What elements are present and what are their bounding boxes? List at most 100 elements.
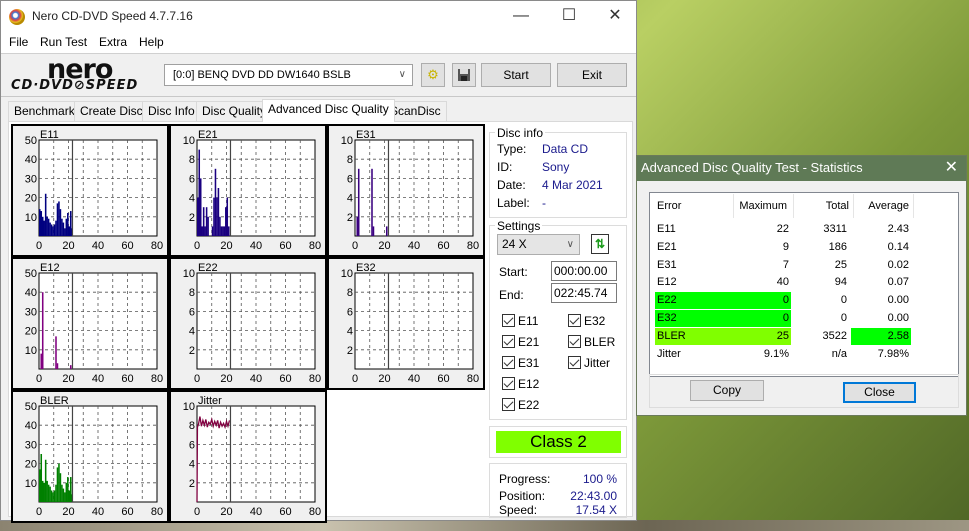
cell-error: BLER: [657, 329, 686, 342]
y-tick-label: 10: [25, 345, 37, 357]
x-tick-label: 20: [378, 240, 390, 252]
cell-average: 0.02: [887, 258, 909, 271]
chart-bar: [47, 484, 50, 502]
checkbox-label: E32: [584, 314, 606, 328]
chart-bar: [202, 207, 205, 236]
chart-bar: [40, 211, 43, 236]
chart-bar: [61, 484, 63, 502]
chart-bar: [214, 168, 217, 236]
tab-disc-info[interactable]: Disc Info: [142, 101, 201, 121]
drive-refresh-icon[interactable]: ⚙: [421, 63, 445, 87]
cell-error: E21: [657, 240, 677, 253]
y-tick-label: 10: [25, 478, 37, 490]
save-icon[interactable]: [452, 63, 476, 87]
y-tick-label: 2: [347, 212, 353, 224]
chart-bar: [64, 228, 66, 236]
start-time-input[interactable]: 000:00.00: [551, 261, 617, 281]
chart-bar: [356, 216, 359, 236]
drive-select[interactable]: [0:0] BENQ DVD DD DW1640 BSLB ∨: [164, 64, 413, 86]
dialog-close-icon[interactable]: ✕: [945, 156, 958, 180]
chart-bar: [207, 216, 209, 236]
y-tick-label: 2: [189, 212, 195, 224]
y-tick-label: 10: [25, 212, 37, 224]
tab-create-disc[interactable]: Create Disc: [74, 101, 149, 121]
table-row: E31 7 25 0.02: [655, 257, 953, 274]
y-tick-label: 6: [189, 306, 195, 318]
checkbox-e12[interactable]: E12: [502, 377, 539, 391]
x-tick-label: 0: [352, 240, 358, 252]
chevron-down-icon: ∨: [566, 239, 574, 250]
speed-label: Speed:: [499, 503, 538, 517]
chart-e12: E12 10 20 30 40 50 0 20 40 60 80: [11, 257, 169, 390]
y-tick-label: 50: [25, 135, 37, 147]
chart-bar: [223, 226, 226, 236]
chart-title: E12: [40, 262, 60, 274]
chart-bar: [201, 226, 203, 236]
chart-bar: [52, 226, 54, 236]
exit-button[interactable]: Exit: [557, 63, 627, 87]
cell-maximum: 9: [782, 240, 789, 253]
checkbox-e32[interactable]: E32: [568, 314, 605, 328]
x-tick-label: 80: [151, 373, 163, 385]
y-tick-label: 8: [189, 420, 195, 432]
y-tick-label: 50: [25, 401, 37, 413]
copy-button[interactable]: Copy: [690, 380, 764, 401]
y-tick-label: 4: [347, 193, 353, 205]
checkbox-e22[interactable]: E22: [502, 398, 539, 412]
end-time-input[interactable]: 022:45.74: [551, 283, 617, 303]
minimize-button[interactable]: —: [498, 1, 544, 33]
cell-total: 0: [840, 312, 847, 324]
menu-extra[interactable]: Extra: [99, 35, 127, 49]
check-icon: [502, 356, 515, 369]
start-button[interactable]: Start: [481, 63, 551, 87]
tab-advanced-disc-quality[interactable]: Advanced Disc Quality: [262, 99, 395, 122]
chart-bar: [39, 469, 41, 502]
chart-bar: [357, 168, 360, 236]
checkbox-label: Jitter: [584, 356, 611, 370]
cell-total: 25: [834, 258, 847, 271]
x-tick-label: 60: [279, 373, 291, 385]
class-badge: Class 2: [496, 431, 621, 453]
chart-bar: [56, 467, 59, 502]
check-icon: [568, 314, 581, 327]
table-row: Jitter 9.1% n/a 7.98%: [655, 346, 953, 363]
menu-run-test[interactable]: Run Test: [40, 35, 87, 49]
x-tick-label: 0: [194, 373, 200, 385]
refresh-speed-icon[interactable]: ⇅: [591, 234, 609, 254]
disc-info-title: Disc info: [495, 126, 546, 140]
chart-bar: [371, 168, 373, 236]
checkbox-bler[interactable]: BLER: [568, 335, 615, 349]
chart-bar: [46, 480, 48, 502]
label-value: -: [542, 196, 546, 210]
y-tick-label: 40: [25, 420, 37, 432]
x-tick-label: 80: [151, 240, 163, 252]
x-tick-label: 0: [36, 373, 42, 385]
tab-benchmark[interactable]: Benchmark: [8, 101, 81, 121]
dialog-close-button[interactable]: Close: [843, 382, 916, 403]
checkbox-label: E21: [518, 335, 540, 349]
checkbox-label: BLER: [584, 335, 616, 349]
chart-e32: E32 2 4 6 8 10 0 20 40 60 80: [327, 257, 485, 390]
chart-bar: [55, 336, 57, 369]
menu-file[interactable]: File: [9, 35, 28, 49]
chart-title: E31: [356, 129, 376, 141]
close-button[interactable]: ✕: [592, 1, 638, 33]
x-tick-label: 60: [279, 506, 291, 518]
cell-total: 0: [840, 294, 847, 307]
y-tick-label: 40: [25, 154, 37, 166]
chart-svg: E22 2 4 6 8 10 0 20 40 60 80: [183, 262, 321, 385]
chart-bar: [65, 218, 68, 236]
speed-select[interactable]: 24 X ∨: [497, 234, 580, 255]
cell-maximum: 22: [776, 223, 789, 235]
checkbox-e21[interactable]: E21: [502, 335, 539, 349]
chart-bar: [222, 226, 224, 236]
checkbox-jitter[interactable]: Jitter: [568, 356, 610, 370]
checkbox-e31[interactable]: E31: [502, 356, 539, 370]
chart-title: E11: [40, 129, 59, 141]
tab-disc-quality[interactable]: Disc Quality: [196, 101, 273, 121]
maximize-button[interactable]: ☐: [546, 1, 592, 33]
cell-error: E11: [657, 223, 676, 235]
table-row: E32 0 0 0.00: [655, 310, 953, 327]
checkbox-e11[interactable]: E11: [502, 314, 538, 328]
menu-help[interactable]: Help: [139, 35, 164, 49]
